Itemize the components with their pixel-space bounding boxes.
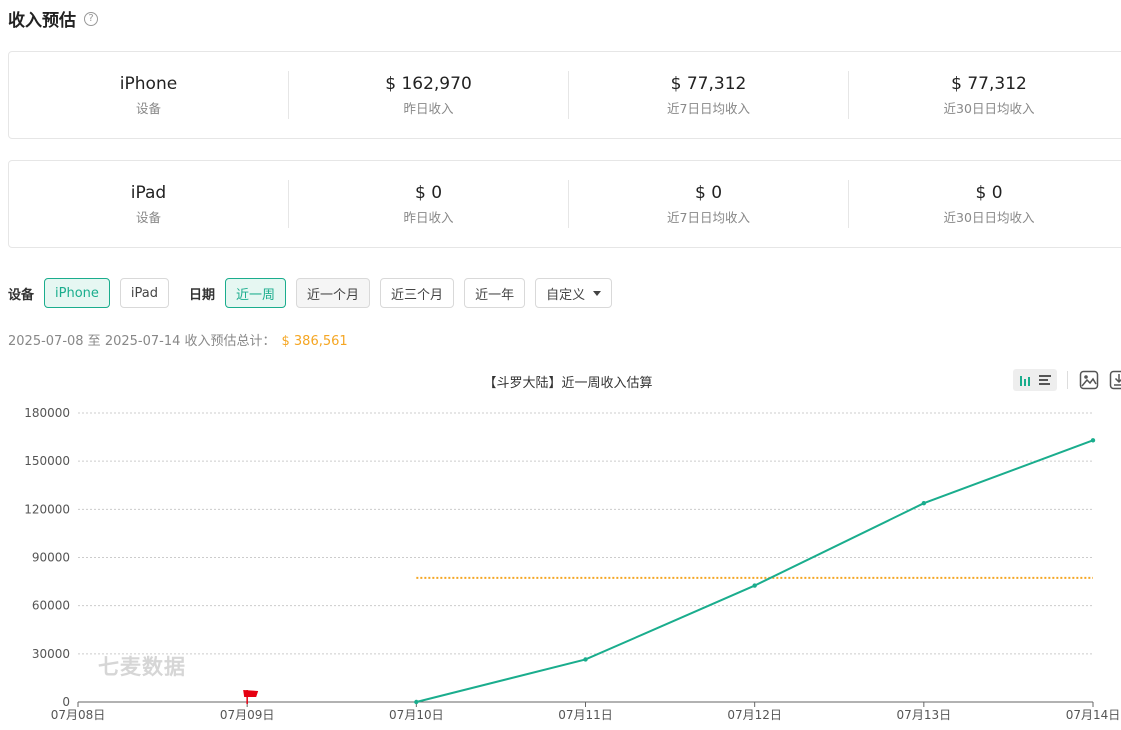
range-year-button[interactable]: 近一年	[464, 278, 526, 308]
x-tick-label: 07月11日	[558, 708, 613, 722]
y-tick-label: 0	[62, 695, 70, 709]
y-tick-label: 120000	[24, 502, 70, 516]
stat-avg30: $ 77,312 近30日日均收入	[849, 71, 1121, 119]
yesterday-label: 昨日收入	[403, 100, 454, 116]
range-month-button[interactable]: 近一个月	[296, 278, 371, 308]
x-tick-label: 07月09日	[220, 708, 275, 722]
stat-yesterday: $ 0 昨日收入	[289, 180, 569, 228]
date-filter-label: 日期	[189, 287, 216, 303]
stat-avg30: $ 0 近30日日均收入	[849, 180, 1121, 228]
series-line	[416, 439, 1094, 703]
iphone-stats-card: iPhone 设备 $ 162,970 昨日收入 $ 77,312 近7日日均收…	[8, 51, 1121, 139]
chart-title: 【斗罗大陆】近一周收入估算	[483, 376, 653, 391]
page-title: 收入预估	[8, 11, 76, 31]
toolbar-divider	[1067, 371, 1068, 389]
device-name: iPad	[130, 182, 167, 203]
ipad-stats-card: iPad 设备 $ 0 昨日收入 $ 0 近7日日均收入 $ 0 近30日日均收…	[8, 160, 1121, 248]
section-header: 收入预估 ?	[8, 6, 98, 31]
question-circle-icon[interactable]: ?	[84, 11, 98, 26]
avg7-value: $ 0	[694, 182, 723, 203]
chart-toolbar	[1013, 369, 1121, 391]
image-download-icon[interactable]	[1078, 369, 1100, 391]
custom-range-label: 自定义	[546, 287, 586, 303]
device-label: 设备	[135, 209, 161, 225]
avg30-value: $ 0	[975, 182, 1003, 203]
y-tick-label: 90000	[32, 551, 70, 565]
x-tick-label: 07月08日	[51, 708, 106, 722]
custom-range-dropdown[interactable]: 自定义	[535, 278, 613, 308]
bar-chart-icon[interactable]	[1015, 370, 1035, 390]
avg7-label: 近7日日均收入	[667, 209, 750, 225]
summary-text: 2025-07-08 至 2025-07-14 收入预估总计：	[8, 334, 276, 349]
watermark-logo: 七麦数据	[98, 655, 186, 679]
caret-down-icon	[593, 290, 602, 296]
x-tick-label: 07月10日	[389, 708, 444, 722]
avg30-label: 近30日日均收入	[943, 100, 1035, 116]
chart-type-toggle	[1013, 369, 1057, 391]
device-filter-label: 设备	[8, 287, 35, 303]
avg30-value: $ 77,312	[951, 73, 1027, 94]
yesterday-label: 昨日收入	[403, 209, 454, 225]
stat-yesterday: $ 162,970 昨日收入	[289, 71, 569, 119]
stat-avg7: $ 0 近7日日均收入	[569, 180, 849, 228]
data-point	[414, 699, 419, 705]
data-point	[921, 501, 927, 506]
data-point	[1090, 438, 1096, 443]
x-tick-label: 07月13日	[897, 708, 952, 722]
device-iphone-button[interactable]: iPhone	[44, 278, 110, 308]
stat-avg7: $ 77,312 近7日日均收入	[569, 71, 849, 119]
device-ipad-button[interactable]: iPad	[119, 278, 169, 308]
summary-total: $ 386,561	[281, 334, 348, 349]
data-point	[583, 657, 588, 662]
device-name: iPhone	[119, 73, 178, 94]
avg30-label: 近30日日均收入	[943, 209, 1035, 225]
filter-bar: 设备 iPhone iPad 日期 近一周 近一个月 近三个月 近一年 自定义	[8, 278, 622, 308]
list-icon[interactable]	[1035, 370, 1055, 390]
y-tick-label: 60000	[32, 599, 70, 613]
revenue-summary: 2025-07-08 至 2025-07-14 收入预估总计： $ 386,561	[8, 330, 348, 349]
device-label: 设备	[135, 100, 161, 116]
stat-device: iPhone 设备	[9, 71, 289, 119]
range-week-button[interactable]: 近一周	[225, 278, 287, 308]
avg7-value: $ 77,312	[670, 73, 747, 94]
stat-device: iPad 设备	[9, 180, 289, 228]
x-tick-label: 07月14日	[1066, 708, 1121, 722]
range-3month-button[interactable]: 近三个月	[380, 278, 455, 308]
download-icon[interactable]	[1108, 369, 1121, 391]
y-tick-label: 30000	[32, 647, 70, 661]
data-point	[752, 583, 757, 588]
avg7-label: 近7日日均收入	[667, 100, 750, 116]
y-tick-label: 180000	[24, 406, 70, 420]
yesterday-value: $ 162,970	[385, 73, 472, 94]
yesterday-value: $ 0	[414, 182, 443, 203]
y-tick-label: 150000	[24, 454, 70, 468]
flag-icon	[243, 690, 259, 697]
x-tick-label: 07月12日	[727, 708, 782, 722]
